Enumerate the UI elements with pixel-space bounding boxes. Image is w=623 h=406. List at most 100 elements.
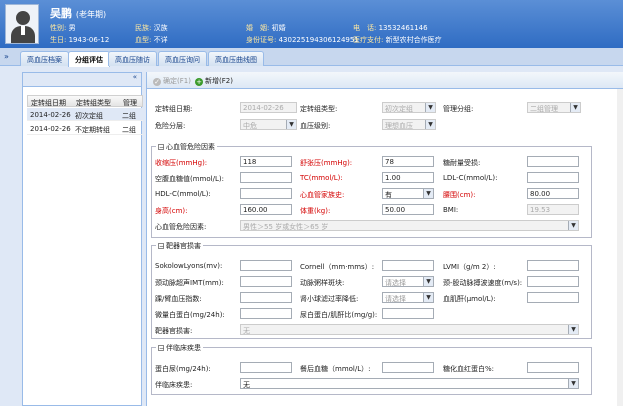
organ-damage-select[interactable]: 无 ▼	[240, 324, 579, 335]
group-list-panel: « 定转组日期 定转组类型 管理 2014-02-26 初次定组 二组 2014…	[22, 72, 143, 406]
imt-field[interactable]	[240, 276, 292, 287]
malb-field[interactable]	[240, 308, 292, 319]
section-title: − 靶器官损害	[156, 241, 203, 251]
clinical-disease-select[interactable]: 无 ▼	[240, 378, 579, 389]
glucose-tol-field[interactable]	[527, 156, 579, 167]
fpg-field[interactable]	[240, 172, 292, 183]
gender-info: 性别: 男	[50, 24, 76, 32]
row-type: 不定期转组	[75, 126, 110, 134]
hba1c-label: 糖化血红蛋白%:	[443, 365, 495, 373]
ppg-label: 餐后血糖（mmol/L）:	[300, 365, 371, 373]
weight-label: 体重(kg):	[300, 207, 331, 215]
sokolow-label: SokolowLyons(mv):	[155, 262, 223, 270]
col-level[interactable]: 管理	[123, 98, 137, 108]
ldl-field[interactable]	[527, 172, 579, 183]
section-title: − 心血管危险因素	[156, 142, 217, 152]
chevron-down-icon: ▼	[425, 120, 435, 129]
tc-field[interactable]: 1.00	[382, 172, 434, 183]
pwv-field[interactable]	[527, 276, 579, 287]
abi-label: 踝/臂血压指数:	[155, 295, 202, 303]
mgmt-select[interactable]: 二组管理 ▼	[527, 102, 581, 113]
waist-field[interactable]: 80.00	[527, 188, 579, 199]
row-date: 2014-02-26	[30, 125, 71, 133]
acr-field[interactable]	[382, 308, 434, 319]
plaque-select[interactable]: 请选择 ▼	[382, 276, 434, 287]
proteinuria-field[interactable]	[240, 362, 292, 373]
chevron-down-icon: ▼	[423, 293, 433, 302]
hba1c-field[interactable]	[527, 362, 579, 373]
family-history-label: 心血管家族史:	[300, 191, 345, 199]
chevron-down-icon: ▼	[286, 120, 296, 129]
collapse-icon[interactable]: «	[133, 73, 137, 81]
proteinuria-label: 蛋白尿(mg/24h):	[155, 365, 211, 373]
tc-label: TC(mmol/L):	[300, 174, 343, 182]
acr-label: 尿白蛋白/肌酐比(mg/g):	[300, 311, 378, 319]
tab-inquiry[interactable]: 高血压询问	[158, 51, 207, 66]
save-icon: ✓	[153, 78, 161, 86]
toolbar: ✓ 确定(F1) + 新增(F2)	[147, 72, 623, 89]
tab-chart[interactable]: 高血压曲线图	[208, 51, 264, 66]
weight-field[interactable]: 50.00	[382, 204, 434, 215]
chevron-down-icon: ▼	[568, 221, 578, 230]
row-level: 二组	[122, 126, 136, 134]
hdl-field[interactable]	[240, 188, 292, 199]
plaque-label: 动脉粥样斑块:	[300, 279, 345, 287]
section-title: − 伴临床疾患	[156, 343, 203, 353]
scrollbar[interactable]	[617, 89, 623, 406]
tab-hypertension-record[interactable]: 高血压档案	[20, 51, 69, 66]
add-icon: +	[195, 78, 203, 86]
chevron-down-icon: ▼	[425, 103, 435, 112]
waist-label: 腰围(cm):	[443, 191, 476, 199]
row-type: 初次定组	[75, 112, 103, 120]
blood-info: 血型: 不详	[135, 36, 168, 44]
glucose-tol-label: 糖耐量受损:	[443, 159, 481, 167]
height-label: 身高(cm):	[155, 207, 188, 215]
tab-followup[interactable]: 高血压随访	[108, 51, 157, 66]
pwv-label: 颈-股动脉搏波速度(m/s):	[443, 279, 523, 287]
collapse-toggle-icon[interactable]: −	[158, 243, 164, 250]
type-label: 定转组类型:	[300, 105, 338, 113]
egfr-label: 肾小球滤过率降低:	[300, 295, 359, 303]
bmi-field[interactable]: 19.53	[527, 204, 579, 215]
family-history-select[interactable]: 有 ▼	[382, 188, 434, 199]
clinical-disease-label: 伴临床疾患:	[155, 381, 193, 389]
id-info: 身份证号: 430225194306124951	[246, 36, 359, 44]
tab-group-assessment[interactable]: 分组评估	[68, 51, 110, 67]
new-button[interactable]: + 新增(F2)	[195, 76, 233, 86]
col-type[interactable]: 定转组类型	[76, 98, 111, 108]
creatinine-label: 血肌酐(μmol/L):	[443, 295, 496, 303]
date-field[interactable]: 2014-02-26	[240, 102, 297, 113]
chevron-down-icon: ▼	[568, 325, 578, 334]
bp-level-select[interactable]: 理想血压 ▼	[382, 119, 436, 130]
imt-label: 颈动脉超声IMT(mm):	[155, 279, 224, 287]
type-select[interactable]: 初次定组 ▼	[382, 102, 436, 113]
chevron-down-icon: ▼	[423, 277, 433, 286]
table-row[interactable]: 2014-02-26 不定期转组 二组	[27, 122, 143, 135]
confirm-button[interactable]: ✓ 确定(F1)	[153, 76, 191, 86]
risk-factors-select[interactable]: 男性＞55 岁或女性＞65 岁 ▼	[240, 220, 579, 231]
sbp-field[interactable]: 118	[240, 156, 292, 167]
table-row[interactable]: 2014-02-26 初次定组 二组	[27, 108, 143, 121]
date-label: 定转组日期:	[155, 105, 193, 113]
risk-select[interactable]: 中危 ▼	[240, 119, 297, 130]
col-date[interactable]: 定转组日期	[31, 98, 66, 108]
dbp-field[interactable]: 78	[382, 156, 434, 167]
creatinine-field[interactable]	[527, 292, 579, 303]
phone-info: 电 话: 13532461146	[353, 24, 428, 32]
bmi-label: BMI:	[443, 206, 459, 214]
abi-field[interactable]	[240, 292, 292, 303]
dbp-label: 舒张压(mmHg):	[300, 159, 353, 167]
lvmi-field[interactable]	[527, 260, 579, 271]
expand-icon[interactable]: »	[4, 52, 9, 61]
height-field[interactable]: 160.00	[240, 204, 292, 215]
sbp-label: 收缩压(mmHg):	[155, 159, 208, 167]
cornell-field[interactable]	[382, 260, 434, 271]
risk-factors-label: 心血管危险因素:	[155, 223, 207, 231]
ethnicity-info: 民族: 汉族	[135, 24, 168, 32]
patient-name: 吴鹏 (老年期)	[50, 7, 107, 20]
collapse-toggle-icon[interactable]: −	[158, 345, 164, 352]
ppg-field[interactable]	[382, 362, 434, 373]
sokolow-field[interactable]	[240, 260, 292, 271]
egfr-select[interactable]: 请选择 ▼	[382, 292, 434, 303]
collapse-toggle-icon[interactable]: −	[158, 144, 164, 151]
